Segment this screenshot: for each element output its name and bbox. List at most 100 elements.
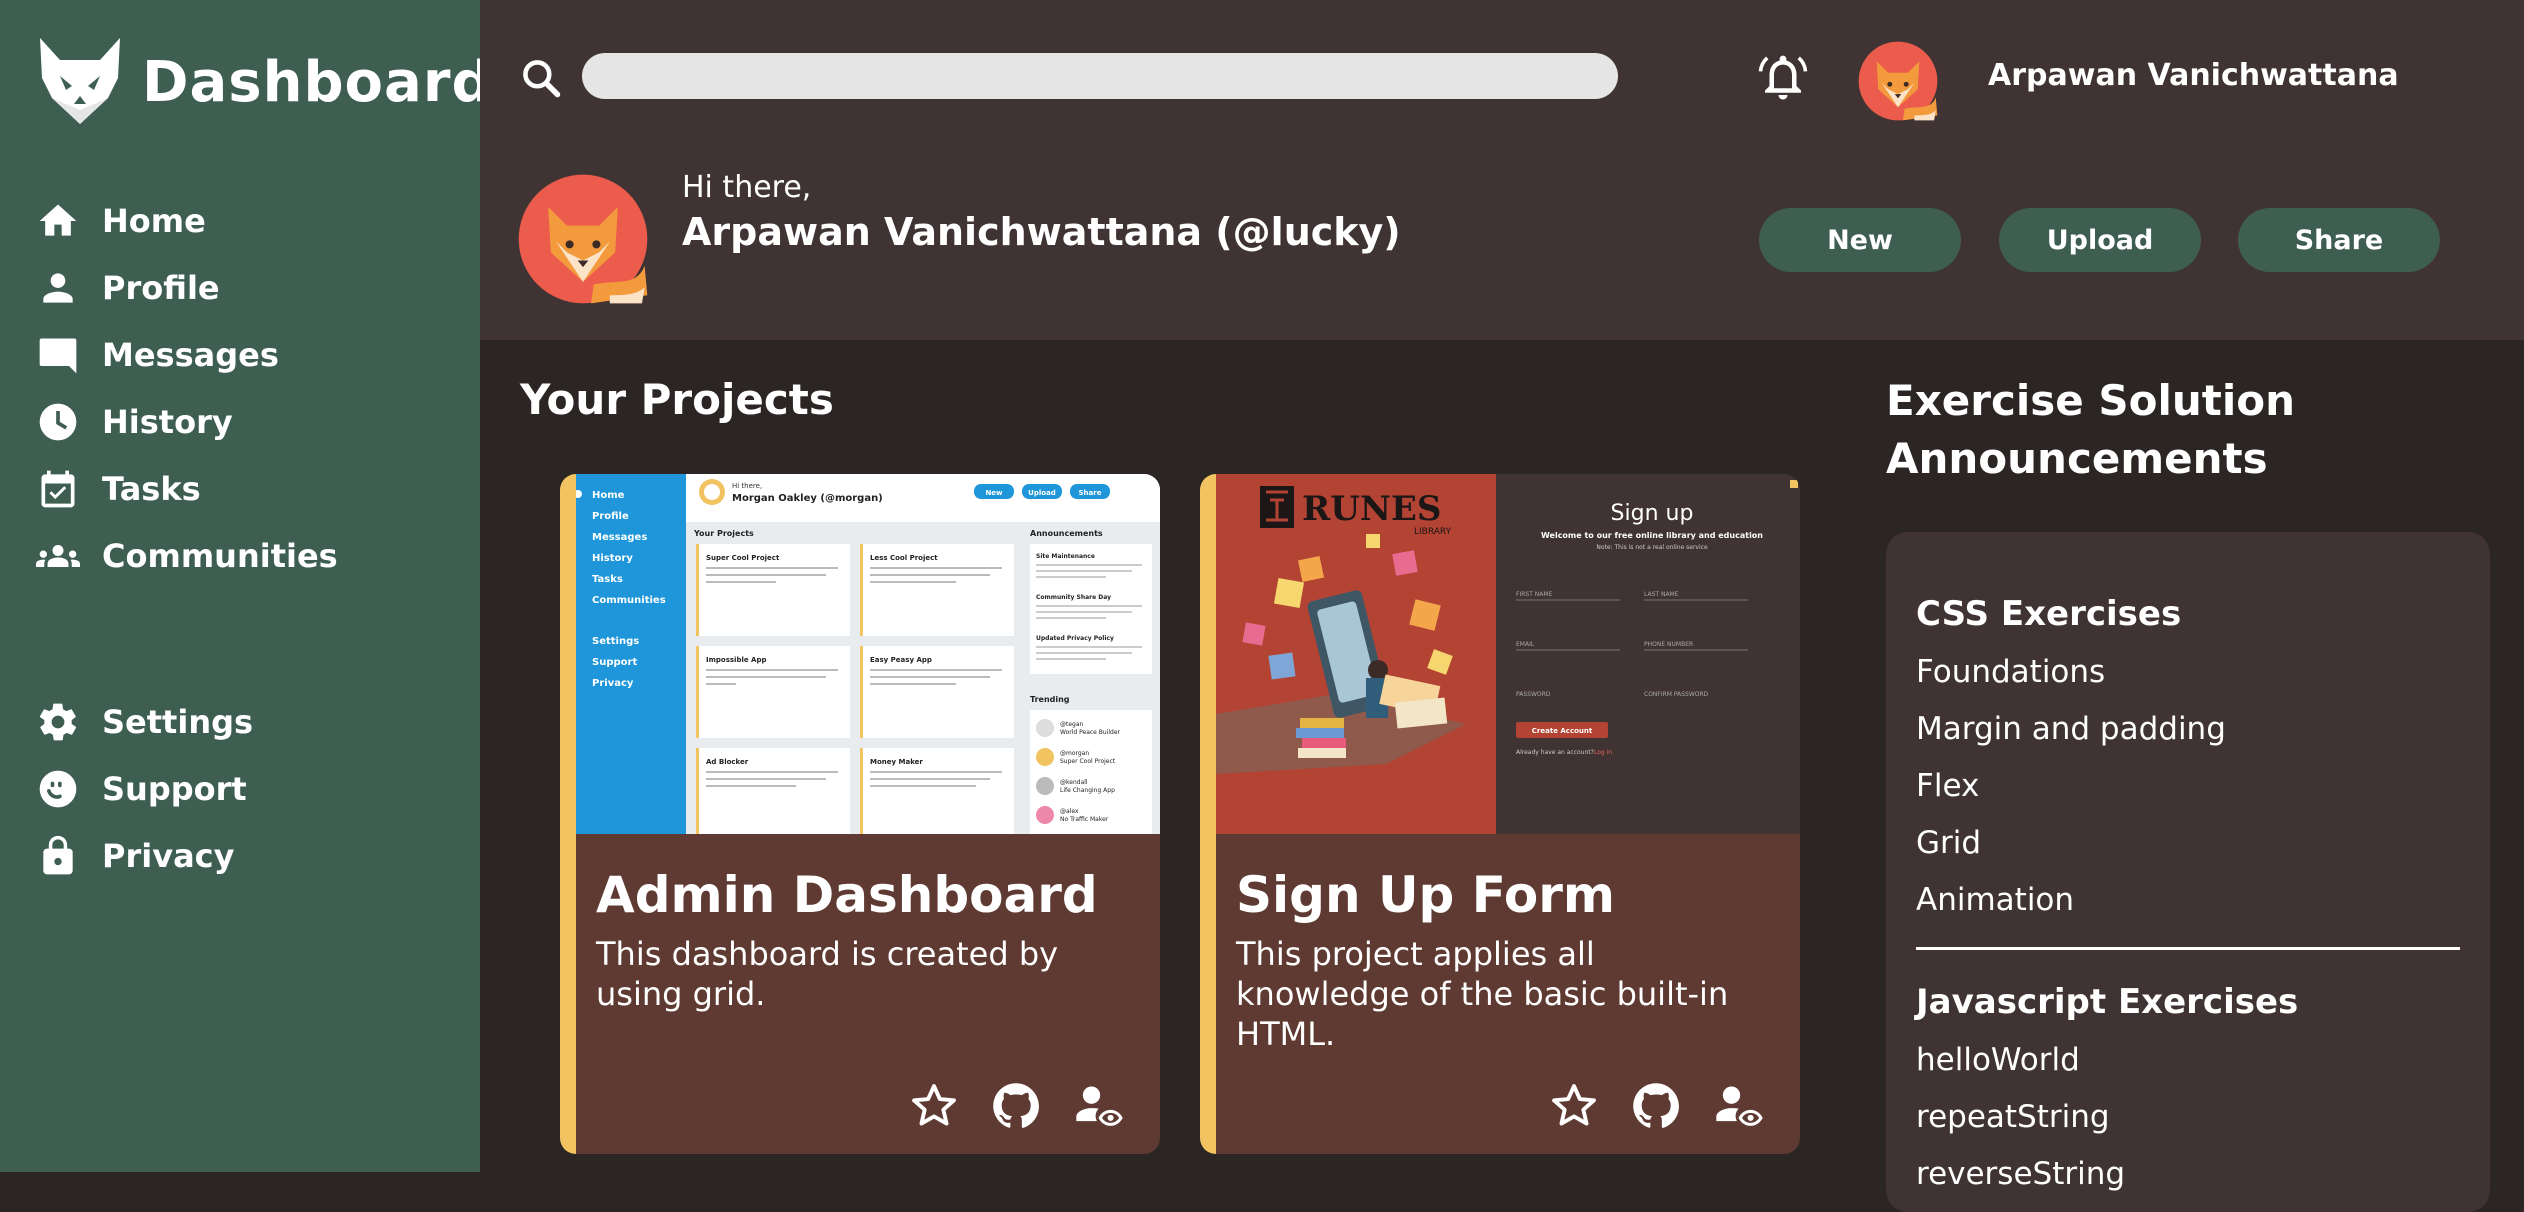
project-thumbnail[interactable]: Home Profile Messages History Tasks Comm… [576,474,1160,834]
thumb-note: Note: This is not a real online service [1596,544,1708,551]
thumb-field-label: PHONE NUMBER [1644,641,1693,648]
sidebar-item-privacy[interactable]: Privacy [36,822,253,889]
announcements-title: Exercise Solution Announcements [1886,376,2296,483]
bell-icon[interactable] [1756,50,1810,104]
thumb-trending-handle: @alex [1060,808,1079,815]
thumb-field-label: LAST NAME [1644,591,1679,598]
card-accent [1200,474,1216,1154]
app-title: Dashboard [142,49,493,115]
thumb-nav-item: Settings [592,636,639,647]
announcement-link[interactable]: repeatString [1916,1099,2110,1135]
search-input[interactable] [582,53,1618,99]
sidebar-item-profile[interactable]: Profile [36,254,338,321]
calendar-check-icon [41,470,75,507]
thumb-trending-project: Life Changing App [1060,787,1115,794]
project-card[interactable]: RUNES LIBRARY Sign up Welcome to our fre… [1200,474,1800,1154]
project-title[interactable]: Admin Dashboard [596,866,1098,924]
home-icon [39,204,77,236]
thumb-trending-handle: @morgan [1060,750,1089,757]
thumb-card-title: Impossible App [706,656,766,664]
new-button[interactable]: New [1759,208,1961,272]
thumb-nav-item: Communities [592,595,666,606]
thumb-trending-handle: @kendall [1060,779,1088,786]
thumb-trending-project: Super Cool Project [1060,758,1116,765]
thumb-footer: Already have an account? [1516,749,1594,756]
avatar[interactable] [1857,40,1939,122]
sidebar-item-support[interactable]: Support [36,755,253,822]
thumb-announcement: Updated Privacy Policy [1036,635,1114,642]
github-icon[interactable] [990,1080,1042,1132]
sidebar-item-label: Communities [102,536,338,575]
thumb-card-title: Money Maker [870,758,923,766]
sidebar-item-label: Support [102,769,247,808]
thumb-brand-sub: LIBRARY [1414,527,1452,537]
announcement-link[interactable]: Animation [1916,882,2074,918]
announcement-link[interactable]: Margin and padding [1916,711,2226,747]
divider [1916,947,2460,950]
thumb-nav-item: Home [592,490,625,501]
thumb-nav-item: Tasks [592,574,623,585]
logo[interactable]: Dashboard [38,36,493,128]
sidebar-item-label: History [102,402,233,441]
clock-icon [39,403,77,440]
thumb-section: Your Projects [693,529,754,538]
thumb-submit: Create Account [1532,727,1593,735]
star-icon[interactable] [908,1080,960,1132]
thumb-nav-item: History [592,553,633,564]
thumb-greeting: Hi there, [732,482,762,490]
profile-avatar [518,174,648,304]
sidebar-item-messages[interactable]: Messages [36,321,338,388]
thumb-button: Share [1079,489,1102,497]
thumb-user: Morgan Oakley (@morgan) [732,493,883,504]
thumb-trending-project: World Peace Builder [1060,729,1121,736]
projects-title: Your Projects [520,375,834,424]
greeting-name: Arpawan Vanichwattana (@lucky) [682,210,1401,254]
upload-button[interactable]: Upload [1999,208,2201,272]
sidebar-item-communities[interactable]: Communities [36,522,338,589]
sidebar-item-settings[interactable]: Settings [36,688,253,755]
project-thumbnail[interactable]: RUNES LIBRARY Sign up Welcome to our fre… [1216,474,1800,834]
thumb-heading: Sign up [1611,501,1694,526]
watch-icon[interactable] [1712,1080,1764,1132]
announcement-link[interactable]: Foundations [1916,654,2105,690]
star-icon[interactable] [1548,1080,1600,1132]
thumb-brand: RUNES [1302,489,1441,529]
announcement-link[interactable]: helloWorld [1916,1042,2080,1078]
announcement-group-title: Javascript Exercises [1916,982,2299,1022]
thumb-announcements-title: Announcements [1030,529,1103,538]
gear-icon [39,703,77,740]
announcement-link[interactable]: reverseString [1916,1156,2125,1192]
thumb-button: Upload [1028,489,1056,497]
search-icon[interactable] [519,56,563,100]
watch-icon[interactable] [1072,1080,1124,1132]
thumb-card-title: Super Cool Project [706,554,780,562]
announcement-link[interactable]: Grid [1916,825,1981,861]
thumb-trending-title: Trending [1030,695,1070,704]
sidebar-item-history[interactable]: History [36,388,338,455]
project-card[interactable]: Home Profile Messages History Tasks Comm… [560,474,1160,1154]
signup-form-screenshot: RUNES LIBRARY Sign up Welcome to our fre… [1216,474,1800,834]
user-name[interactable]: Arpawan Vanichwattana [1988,58,2399,93]
announcement-link[interactable]: Flex [1916,768,1979,804]
project-title[interactable]: Sign Up Form [1236,866,1615,924]
fox-logo-icon [40,38,120,124]
message-icon [39,338,77,373]
announcement-group-title: CSS Exercises [1916,594,2182,634]
share-button[interactable]: Share [2238,208,2440,272]
sidebar-item-home[interactable]: Home [36,187,338,254]
card-accent [560,474,576,1154]
announcements-panel: CSS Exercises Foundations Margin and pad… [1886,532,2490,1212]
sidebar-item-tasks[interactable]: Tasks [36,455,338,522]
support-icon [39,770,77,807]
sidebar-item-label: Profile [102,268,220,307]
sidebar-item-label: Tasks [102,469,201,508]
project-description: This dashboard is created by using grid. [596,935,1059,1013]
primary-nav: Home Profile Messages History Tasks Comm… [36,187,338,589]
thumb-announcement: Site Maintenance [1036,553,1095,560]
admin-dashboard-screenshot: Home Profile Messages History Tasks Comm… [576,474,1160,834]
thumb-subheading: Welcome to our free online library and e… [1541,531,1763,540]
sidebar-item-label: Privacy [102,836,235,875]
github-icon[interactable] [1630,1080,1682,1132]
thumb-announcement: Community Share Day [1036,594,1111,601]
thumb-nav-item: Support [592,657,637,668]
